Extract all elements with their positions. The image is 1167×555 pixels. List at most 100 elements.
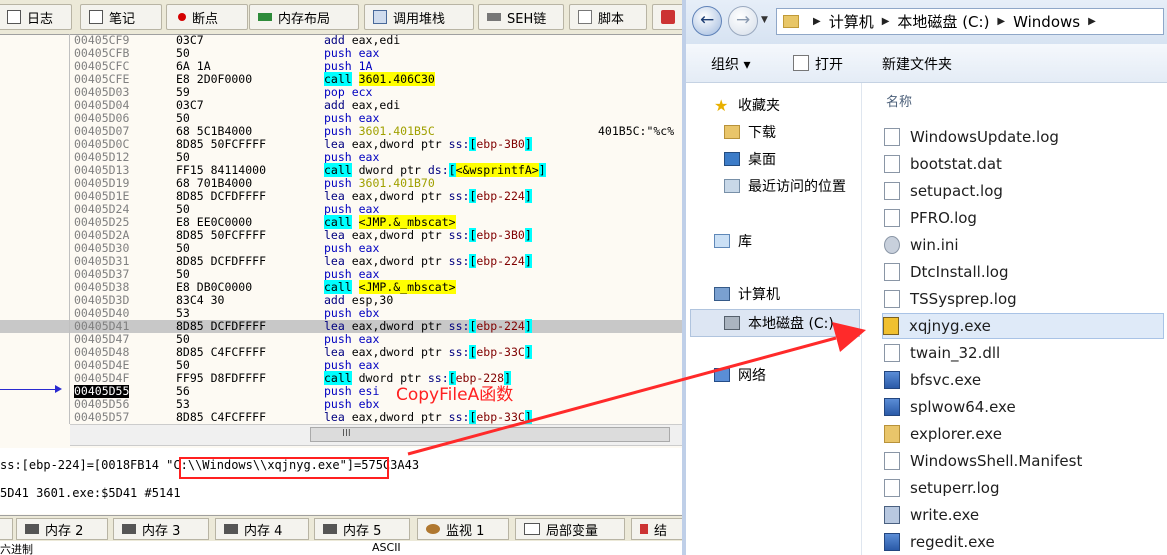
- nav-local-disk[interactable]: 本地磁盘 (C:): [724, 311, 834, 335]
- instruction-token: add: [324, 98, 352, 112]
- copyfile-annotation: CopyFileA函数: [396, 385, 514, 405]
- instruction-token: <JMP.&_mbscat>: [358, 215, 456, 229]
- instruction-token: lea: [324, 319, 352, 333]
- instruction-token: push: [324, 111, 359, 125]
- nav-libraries[interactable]: 库: [714, 229, 752, 253]
- file-name: regedit.exe: [910, 533, 995, 551]
- nav-desktop[interactable]: 桌面: [724, 147, 776, 171]
- new-folder-button[interactable]: 新建文件夹: [882, 54, 952, 74]
- nav-favorites[interactable]: ★ 收藏夹: [714, 93, 780, 117]
- scrollbar-thumb[interactable]: [310, 427, 670, 442]
- file-item[interactable]: bootstat.dat: [884, 151, 1166, 177]
- file-item[interactable]: TSSysprep.log: [884, 286, 1166, 312]
- chevron-right-icon[interactable]: ▶: [813, 16, 821, 27]
- disasm-row[interactable]: 00405D57 8D85 C4FCFFFF lea eax,dword ptr s…: [0, 410, 682, 424]
- file-name: bootstat.dat: [910, 155, 1002, 173]
- file-item[interactable]: twain_32.dll: [884, 340, 1166, 366]
- file-item[interactable]: regedit.exe: [884, 529, 1166, 555]
- instruction-token: eax: [358, 202, 380, 216]
- instruction-token: push: [324, 46, 359, 60]
- tab-memory-1[interactable]: [0, 518, 13, 540]
- regedit-exe-icon: [884, 533, 900, 551]
- file-list[interactable]: 名称 WindowsUpdate.log bootstat.dat setupact…: [862, 83, 1167, 555]
- instruction-token: eax: [358, 267, 380, 281]
- instruction-token: dword ptr: [351, 163, 428, 177]
- tab-memory-map[interactable]: 内存布局: [249, 4, 359, 30]
- tab-struct[interactable]: 结: [631, 518, 682, 540]
- file-name: splwow64.exe: [910, 398, 1016, 416]
- tab-memory-4[interactable]: 内存 4: [215, 518, 309, 540]
- tab-watch-1[interactable]: 监视 1: [417, 518, 509, 540]
- nav-downloads[interactable]: 下载: [724, 120, 776, 144]
- breadcrumb-local-disk[interactable]: 本地磁盘 (C:): [897, 11, 989, 32]
- chevron-right-icon[interactable]: ▶: [882, 16, 890, 27]
- file-item[interactable]: bfsvc.exe: [884, 367, 1166, 393]
- instruction-token: eax,dword ptr: [351, 254, 449, 268]
- file-item[interactable]: PFRO.log: [884, 205, 1166, 231]
- file-item[interactable]: explorer.exe: [884, 421, 1166, 447]
- instruction-token: ebp-224: [476, 254, 525, 268]
- file-item[interactable]: DtcInstall.log: [884, 259, 1166, 285]
- nav-recent[interactable]: 最近访问的位置: [724, 174, 846, 198]
- tab-script[interactable]: 脚本: [569, 4, 647, 30]
- file-item[interactable]: write.exe: [884, 502, 1166, 528]
- instruction-token: ds:: [427, 163, 449, 177]
- instruction-token: push: [324, 306, 359, 320]
- file-name: win.ini: [910, 236, 959, 254]
- breadcrumb-windows[interactable]: Windows: [1013, 13, 1080, 31]
- breadcrumb-computer[interactable]: 计算机: [829, 11, 874, 32]
- open-button[interactable]: 打开: [793, 54, 843, 74]
- debugger-tab-bar: 日志 笔记 断点 内存布局 调用堆栈 SEH链 脚本: [0, 0, 682, 35]
- chevron-right-icon[interactable]: ▶: [1088, 16, 1096, 27]
- tab-breakpoints[interactable]: 断点: [166, 4, 248, 30]
- breadcrumb[interactable]: ▶ 计算机 ▶ 本地磁盘 (C:) ▶ Windows ▶: [776, 8, 1164, 35]
- chevron-right-icon[interactable]: ▶: [997, 16, 1005, 27]
- file-item[interactable]: WindowsShell.Manifest: [884, 448, 1166, 474]
- tab-more[interactable]: [652, 4, 682, 30]
- tab-notes[interactable]: 笔记: [80, 4, 162, 30]
- tab-memory-3[interactable]: 内存 3: [113, 518, 209, 540]
- breakpoint-icon: [178, 13, 186, 21]
- instruction-token: call: [324, 163, 352, 177]
- instruction-token: lea: [324, 345, 352, 359]
- tab-log[interactable]: 日志: [0, 4, 72, 30]
- nav-network[interactable]: 网络: [714, 363, 766, 387]
- recent-places-icon: [724, 179, 740, 193]
- tab-call-stack[interactable]: 调用堆栈: [364, 4, 474, 30]
- file-item[interactable]: win.ini: [884, 232, 1166, 258]
- file-item[interactable]: xqjnyg.exe: [882, 313, 1164, 339]
- tab-locals[interactable]: 局部变量: [515, 518, 625, 540]
- forward-button[interactable]: →: [728, 6, 758, 36]
- instruction-token: 1A: [358, 59, 373, 73]
- file-item[interactable]: WindowsUpdate.log: [884, 124, 1166, 150]
- instruction-token: 3601.401B70: [358, 176, 435, 190]
- tab-seh-chain[interactable]: SEH链: [478, 4, 564, 30]
- horizontal-scrollbar[interactable]: III: [70, 424, 682, 446]
- disassembly-pane[interactable]: 00405CF9 03C7 add eax,edi 00405CFB 50 push ea…: [0, 34, 682, 424]
- tab-memory-5[interactable]: 内存 5: [314, 518, 410, 540]
- instruction-token: ebp-33C: [476, 345, 525, 359]
- instruction-token: ss:: [448, 410, 470, 424]
- instruction-token: ]: [524, 345, 532, 359]
- instruction-token: ecx: [351, 85, 373, 99]
- organize-button[interactable]: 组织 ▾: [711, 54, 750, 74]
- column-header-name[interactable]: 名称: [886, 91, 912, 110]
- struct-icon: [640, 524, 648, 534]
- file-item[interactable]: splwow64.exe: [884, 394, 1166, 420]
- instruction-token: eax: [358, 241, 380, 255]
- file-name: TSSysprep.log: [910, 290, 1017, 308]
- file-item[interactable]: setupact.log: [884, 178, 1166, 204]
- instruction-token: ss:: [448, 189, 470, 203]
- nav-computer[interactable]: 计算机: [714, 282, 780, 306]
- forward-arrow-icon: →: [736, 10, 751, 30]
- back-button[interactable]: ←: [692, 6, 722, 36]
- jump-arrow-icon: [55, 385, 62, 393]
- instruction-token: [352, 280, 359, 294]
- file-name: PFRO.log: [910, 209, 977, 227]
- script-icon: [578, 10, 592, 24]
- download-folder-icon: [724, 125, 740, 139]
- file-name: setupact.log: [910, 182, 1003, 200]
- tab-memory-2[interactable]: 内存 2: [16, 518, 108, 540]
- history-dropdown-icon[interactable]: ▼: [761, 15, 768, 25]
- file-item[interactable]: setuperr.log: [884, 475, 1166, 501]
